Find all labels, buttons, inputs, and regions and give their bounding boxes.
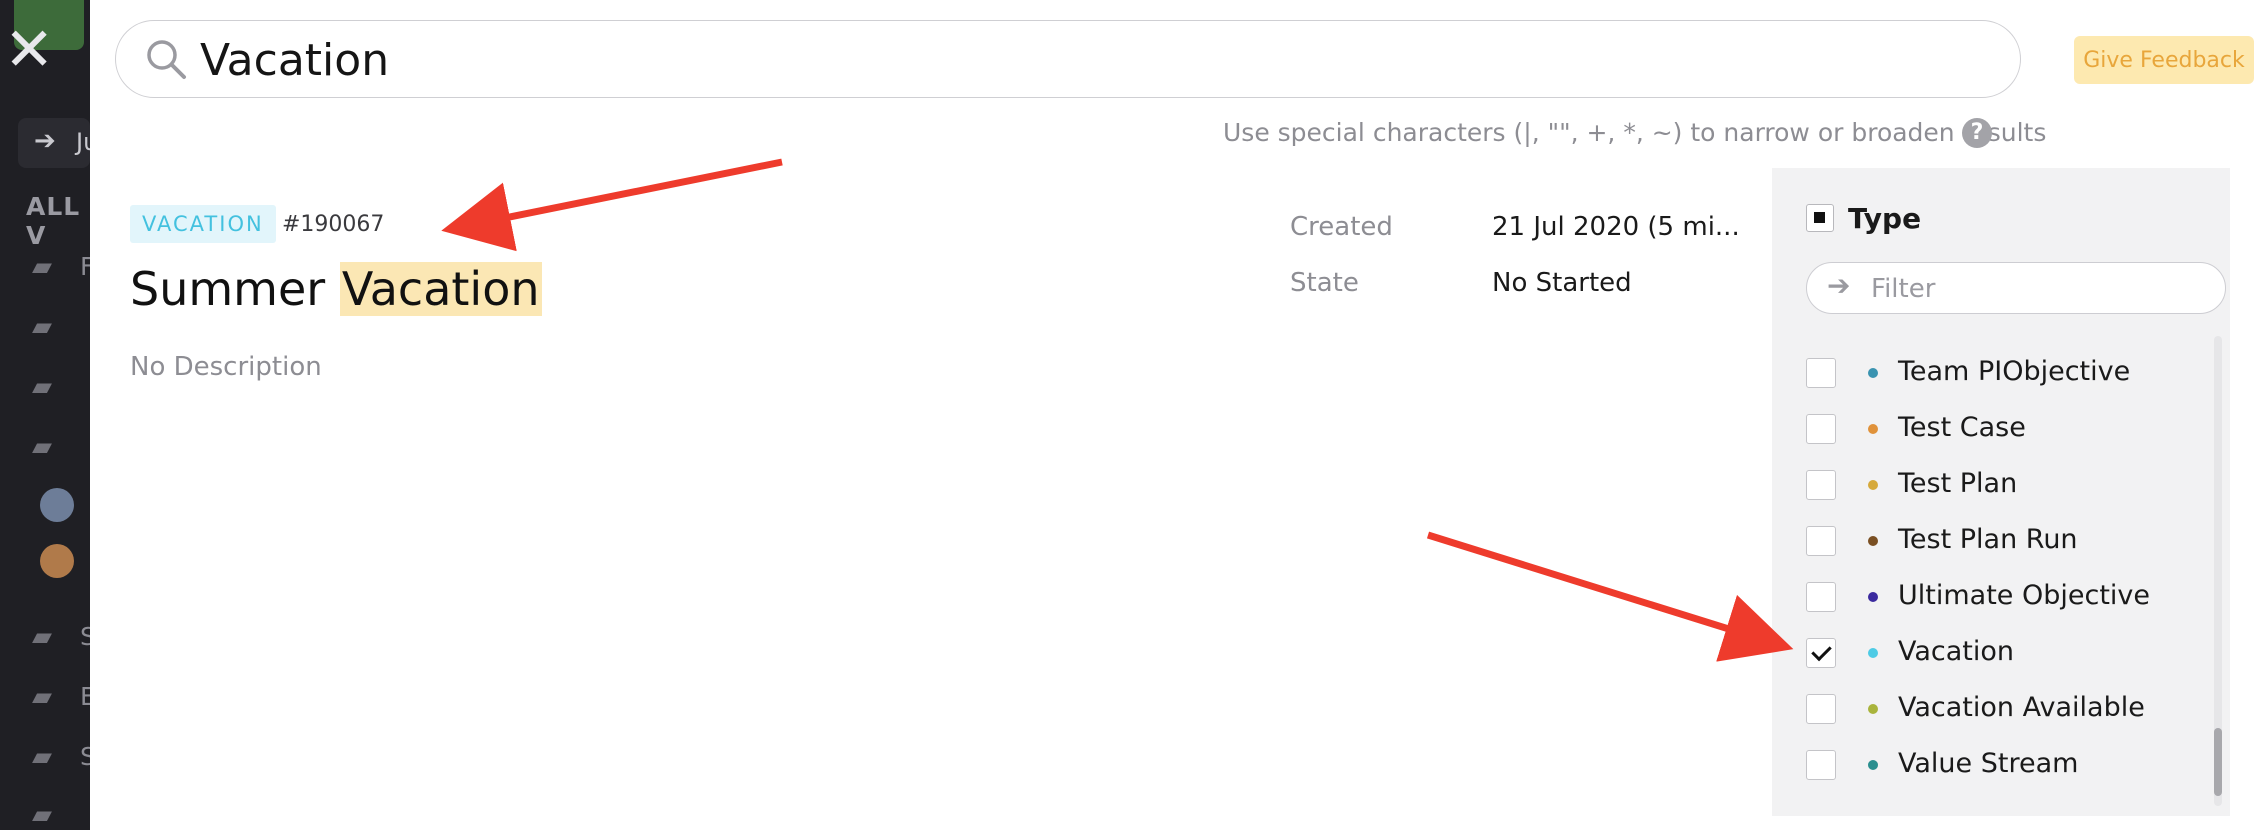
type-option-label: Test Plan [1898, 468, 2018, 499]
type-color-dot [1868, 424, 1878, 434]
give-feedback-button[interactable]: Give Feedback [2074, 36, 2254, 84]
type-option-checkbox[interactable] [1806, 694, 1836, 724]
item-id: #190067 [282, 212, 385, 237]
type-option[interactable]: Ultimate Objective [1806, 572, 2186, 620]
search-box[interactable] [115, 20, 2021, 98]
type-option[interactable]: Vacation [1806, 628, 2186, 676]
folder-icon: ▰ [32, 432, 52, 462]
folder-icon: ▰ [32, 312, 52, 342]
type-option-checkbox[interactable] [1806, 750, 1836, 780]
avatar-icon [40, 544, 74, 578]
type-option[interactable]: Test Case [1806, 404, 2186, 452]
type-option-label: Team PIObjective [1898, 356, 2131, 387]
type-color-dot [1868, 704, 1878, 714]
all-views-heading: ALL V [26, 192, 81, 250]
type-option-checkbox[interactable] [1806, 638, 1836, 668]
avatar-icon [40, 488, 74, 522]
arrow-right-icon: ➔ [1827, 269, 1851, 302]
type-color-dot [1868, 648, 1878, 658]
type-color-dot [1868, 368, 1878, 378]
background-item-label: E [80, 682, 90, 711]
type-option[interactable]: Test Plan [1806, 460, 2186, 508]
type-option-label: Value Stream [1898, 748, 2079, 779]
type-option-label: Vacation [1898, 636, 2015, 667]
type-option-checkbox[interactable] [1806, 470, 1836, 500]
background-item-label: S [80, 742, 90, 771]
type-filter-field[interactable]: ➔ [1806, 262, 2226, 314]
title-text: Summer [130, 262, 340, 316]
background-app: ➔ Ju ALL V ▰ F ▰ ▰ ▰ ▰ S ▰ E ▰ S ▰ [0, 0, 90, 830]
type-badge: VACATION [130, 205, 276, 243]
close-search-button[interactable]: ✕ [4, 20, 54, 80]
type-color-dot [1868, 480, 1878, 490]
type-option[interactable]: Vacation Available [1806, 684, 2186, 732]
created-label: Created [1290, 212, 1393, 242]
folder-icon: ▰ [32, 252, 52, 282]
type-option-checkbox[interactable] [1806, 526, 1836, 556]
search-input[interactable] [198, 29, 1982, 91]
type-list-scroll-thumb[interactable] [2214, 728, 2222, 796]
search-icon [147, 40, 186, 79]
folder-icon: ▰ [32, 800, 52, 830]
arrow-right-icon: ➔ [34, 126, 56, 156]
state-label: State [1290, 268, 1359, 298]
type-option-label: Ultimate Objective [1898, 580, 2151, 611]
search-hint: Use special characters (|, "", +, *, ~) … [1223, 118, 2047, 147]
type-color-dot [1868, 592, 1878, 602]
type-option[interactable]: Test Plan Run [1806, 516, 2186, 564]
type-filter-input[interactable] [1869, 269, 2213, 309]
type-select-all-checkbox[interactable] [1806, 204, 1834, 232]
created-value: 21 Jul 2020 (5 mi... [1492, 212, 1740, 242]
search-modal: Give Feedback Use special characters (|,… [90, 0, 2260, 830]
type-option-checkbox[interactable] [1806, 358, 1836, 388]
background-item-label: S [80, 622, 90, 651]
folder-icon: ▰ [32, 372, 52, 402]
type-color-dot [1868, 760, 1878, 770]
folder-icon: ▰ [32, 682, 52, 712]
type-color-dot [1868, 536, 1878, 546]
type-option-label: Vacation Available [1898, 692, 2145, 723]
type-option-label: Test Case [1898, 412, 2026, 443]
type-option-label: Test Plan Run [1898, 524, 2078, 555]
title-highlight: Vacation [339, 262, 542, 316]
state-value: No Started [1492, 268, 1632, 298]
folder-icon: ▰ [32, 742, 52, 772]
type-filter-panel: Type ➔ Team PIObjective Test Case Test P… [1772, 168, 2230, 816]
type-filter-heading: Type [1848, 202, 1922, 235]
type-option[interactable]: Team PIObjective [1806, 348, 2186, 396]
type-option-checkbox[interactable] [1806, 582, 1836, 612]
help-icon[interactable]: ? [1962, 118, 1992, 148]
jump-to-button: ➔ Ju [18, 118, 90, 168]
result-title-link[interactable]: Summer Vacation [130, 262, 542, 316]
folder-icon: ▰ [32, 622, 52, 652]
type-option[interactable]: Value Stream [1806, 740, 2186, 788]
type-option-checkbox[interactable] [1806, 414, 1836, 444]
jump-to-label: Ju [76, 128, 90, 156]
background-item-label: F [80, 252, 90, 281]
item-description: No Description [130, 352, 322, 382]
